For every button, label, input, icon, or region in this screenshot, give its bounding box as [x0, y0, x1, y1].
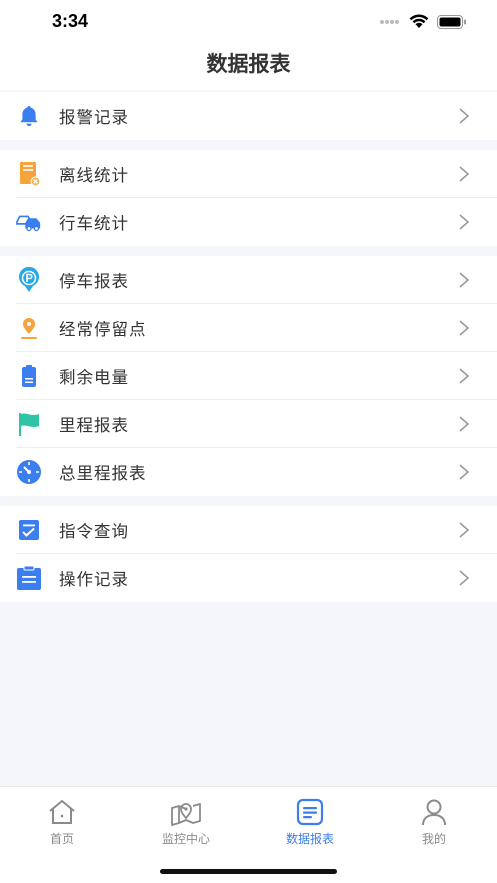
- chevron-right-icon: [459, 570, 470, 586]
- tab-label: 我的: [421, 832, 446, 846]
- chevron-right-icon: [459, 522, 470, 538]
- battery-status-icon: [437, 14, 466, 29]
- driving-cars-icon: [16, 209, 42, 235]
- home-indicator: [160, 869, 337, 874]
- report-icon: [296, 798, 324, 826]
- chevron-right-icon: [459, 214, 470, 230]
- status-icons: [379, 14, 467, 29]
- menu-group: 离线统计 行车统计: [0, 150, 497, 246]
- status-time: 3:34: [52, 11, 89, 31]
- tab-home[interactable]: 首页: [0, 797, 124, 847]
- command-checklist-icon: [16, 517, 42, 543]
- menu-item-remaining-battery[interactable]: 剩余电量: [0, 352, 497, 400]
- chevron-right-icon: [459, 166, 470, 182]
- chevron-right-icon: [459, 368, 470, 384]
- page-title: 数据报表: [206, 52, 291, 76]
- menu-item-driving-stats[interactable]: 行车统计: [0, 198, 497, 246]
- menu-item-label: 操作记录: [59, 570, 129, 589]
- menu-item-label: 行车统计: [59, 214, 129, 233]
- clipboard-icon: [16, 565, 42, 591]
- battery-icon: [16, 363, 42, 389]
- tab-label: 首页: [49, 832, 74, 846]
- chevron-right-icon: [459, 320, 470, 336]
- chevron-right-icon: [459, 108, 470, 124]
- tab-label: 数据报表: [285, 832, 334, 846]
- wifi-icon: [409, 14, 429, 28]
- menu-item-frequent-stops[interactable]: 经常停留点: [0, 304, 497, 352]
- parking-icon: [16, 267, 42, 293]
- menu-item-label: 里程报表: [59, 416, 129, 435]
- menu-item-label: 经常停留点: [59, 320, 147, 339]
- report-menu-list: 报警记录 离线统计 行车统计 停车报表 经常停留点 剩余电量 里程报表 总里程报…: [0, 92, 497, 602]
- flag-icon: [16, 411, 42, 437]
- menu-item-offline-stats[interactable]: 离线统计: [0, 150, 497, 198]
- menu-item-operation-records[interactable]: 操作记录: [0, 554, 497, 602]
- menu-item-label: 总里程报表: [59, 464, 147, 483]
- menu-item-parking-report[interactable]: 停车报表: [0, 256, 497, 304]
- menu-group: 停车报表 经常停留点 剩余电量 里程报表 总里程报表: [0, 256, 497, 496]
- menu-item-alarm-records[interactable]: 报警记录: [0, 92, 497, 140]
- chevron-right-icon: [459, 464, 470, 480]
- offline-server-icon: [16, 161, 42, 187]
- menu-group: 指令查询 操作记录: [0, 506, 497, 602]
- tab-monitor-center[interactable]: 监控中心: [124, 797, 248, 847]
- user-icon: [422, 799, 446, 826]
- menu-item-label: 报警记录: [59, 108, 129, 127]
- menu-item-command-query[interactable]: 指令查询: [0, 506, 497, 554]
- status-bar: 3:34: [0, 0, 497, 44]
- location-pin-icon: [16, 315, 42, 341]
- menu-item-total-mileage-report[interactable]: 总里程报表: [0, 448, 497, 496]
- monitor-map-icon: [171, 803, 201, 826]
- home-icon: [49, 799, 75, 824]
- chevron-right-icon: [459, 416, 470, 432]
- menu-item-label: 离线统计: [59, 166, 129, 185]
- menu-item-label: 指令查询: [59, 522, 129, 541]
- menu-item-mileage-report[interactable]: 里程报表: [0, 400, 497, 448]
- tab-data-reports[interactable]: 数据报表: [248, 797, 372, 847]
- nav-bar: 数据报表: [0, 44, 497, 90]
- speedometer-icon: [16, 459, 42, 485]
- signal-icon: [380, 19, 399, 24]
- menu-item-label: 剩余电量: [59, 368, 129, 387]
- tab-mine[interactable]: 我的: [372, 797, 496, 847]
- bell-icon: [16, 103, 42, 129]
- menu-group: 报警记录: [0, 92, 497, 140]
- tab-label: 监控中心: [161, 832, 210, 846]
- chevron-right-icon: [459, 272, 470, 288]
- menu-item-label: 停车报表: [59, 272, 129, 291]
